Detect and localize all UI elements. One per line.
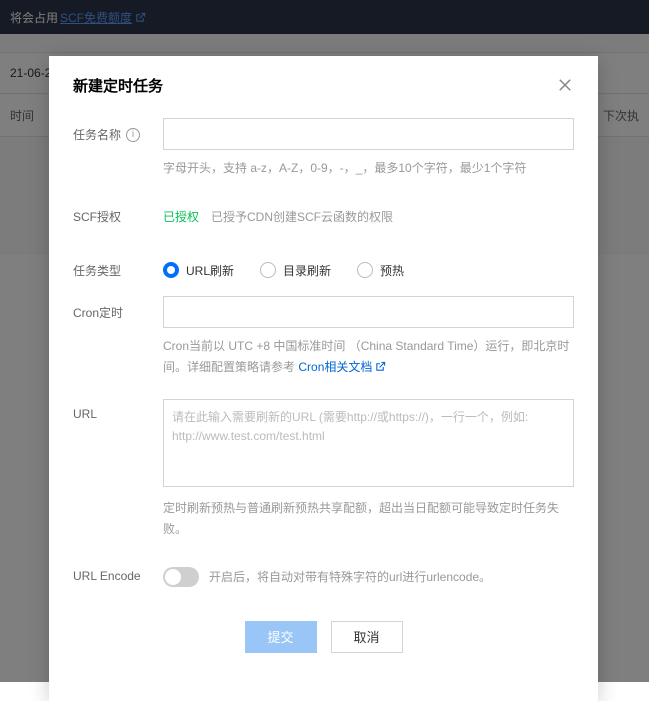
auth-desc: 已授予CDN创建SCF云函数的权限 <box>211 208 393 225</box>
row-url: URL 定时刷新预热与普通刷新预热共享配额，超出当日配额可能导致定时任务失败。 <box>73 399 574 539</box>
submit-button[interactable]: 提交 <box>245 621 317 653</box>
url-hint: 定时刷新预热与普通刷新预热共享配额，超出当日配额可能导致定时任务失败。 <box>163 498 574 539</box>
auth-status: 已授权 <box>163 208 199 225</box>
radio-circle-icon <box>260 262 276 278</box>
row-cron: Cron定时 Cron当前以 UTC +8 中国标准时间 （China Stan… <box>73 296 574 377</box>
label-task-type: 任务类型 <box>73 254 163 279</box>
label-cron: Cron定时 <box>73 296 163 321</box>
url-textarea[interactable] <box>163 399 574 487</box>
label-task-name-text: 任务名称 <box>73 126 121 143</box>
modal-footer: 提交 取消 <box>73 603 574 677</box>
label-url-encode: URL Encode <box>73 561 163 583</box>
label-task-name: 任务名称 i <box>73 118 163 143</box>
cron-input[interactable] <box>163 296 574 328</box>
modal-dialog: 新建定时任务 任务名称 i 字母开头，支持 a-z，A-Z，0-9，-，_，最多… <box>49 56 598 701</box>
external-link-icon <box>375 361 386 372</box>
modal-title: 新建定时任务 <box>73 75 163 96</box>
modal-header: 新建定时任务 <box>49 56 598 114</box>
radio-url-refresh[interactable]: URL刷新 <box>163 262 234 279</box>
cron-doc-link-text: Cron相关文档 <box>298 357 372 377</box>
encode-desc: 开启后，将自动对带有特殊字符的url进行urlencode。 <box>209 568 491 585</box>
radio-circle-icon <box>163 262 179 278</box>
radio-preheat[interactable]: 预热 <box>357 262 404 279</box>
task-name-input[interactable] <box>163 118 574 150</box>
toggle-knob <box>165 569 181 585</box>
radio-label: 目录刷新 <box>283 262 331 279</box>
row-scf-auth: SCF授权 已授权 已授予CDN创建SCF云函数的权限 <box>73 200 574 232</box>
task-type-radios: URL刷新 目录刷新 预热 <box>163 254 574 286</box>
radio-dir-refresh[interactable]: 目录刷新 <box>260 262 331 279</box>
url-encode-toggle[interactable] <box>163 567 199 587</box>
radio-label: URL刷新 <box>186 262 234 279</box>
radio-label: 预热 <box>380 262 404 279</box>
cron-doc-link[interactable]: Cron相关文档 <box>298 357 386 377</box>
radio-circle-icon <box>357 262 373 278</box>
modal-body: 任务名称 i 字母开头，支持 a-z，A-Z，0-9，-，_，最多10个字符，最… <box>49 114 598 701</box>
label-url: URL <box>73 399 163 421</box>
row-task-name: 任务名称 i 字母开头，支持 a-z，A-Z，0-9，-，_，最多10个字符，最… <box>73 118 574 178</box>
cron-hint: Cron当前以 UTC +8 中国标准时间 （China Standard Ti… <box>163 336 574 377</box>
info-icon[interactable]: i <box>126 128 140 142</box>
cancel-button[interactable]: 取消 <box>331 621 403 653</box>
label-scf-auth: SCF授权 <box>73 200 163 225</box>
close-icon[interactable] <box>556 76 574 94</box>
row-url-encode: URL Encode 开启后，将自动对带有特殊字符的url进行urlencode… <box>73 561 574 593</box>
row-task-type: 任务类型 URL刷新 目录刷新 预热 <box>73 254 574 286</box>
task-name-hint: 字母开头，支持 a-z，A-Z，0-9，-，_，最多10个字符，最少1个字符 <box>163 158 574 178</box>
